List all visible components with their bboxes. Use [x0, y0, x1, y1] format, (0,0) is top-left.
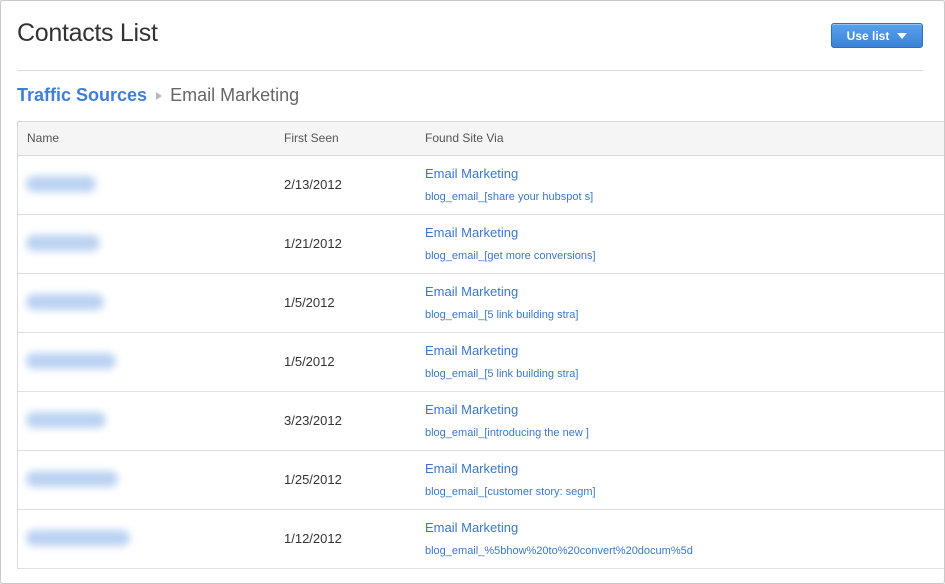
found-via-source-link[interactable]: Email Marketing — [425, 166, 518, 181]
first-seen-date: 1/25/2012 — [284, 472, 342, 487]
found-via-source-link[interactable]: Email Marketing — [425, 284, 518, 299]
column-header-first-seen[interactable]: First Seen — [284, 131, 339, 145]
found-via-source-link[interactable]: Email Marketing — [425, 520, 518, 535]
contacts-table: Name First Seen Found Site Via 2/13/2012… — [17, 121, 944, 569]
first-seen-date: 1/5/2012 — [284, 354, 335, 369]
found-via-detail-link[interactable]: blog_email_[share your hubspot s] — [425, 191, 593, 203]
found-via-source-link[interactable]: Email Marketing — [425, 343, 518, 358]
header-divider — [17, 70, 923, 71]
caret-down-icon — [897, 33, 908, 39]
breadcrumb: Traffic Sources Email Marketing — [17, 85, 299, 106]
contact-name-redacted[interactable] — [26, 235, 100, 251]
breadcrumb-current: Email Marketing — [170, 85, 300, 105]
column-header-name[interactable]: Name — [27, 131, 59, 145]
first-seen-date: 3/23/2012 — [284, 413, 342, 428]
table-row: 1/5/2012 Email Marketing blog_email_[5 l… — [18, 333, 944, 392]
found-via-source-link[interactable]: Email Marketing — [425, 402, 518, 417]
found-via-detail-link[interactable]: blog_email_[5 link building stra] — [425, 309, 578, 321]
contact-name-redacted[interactable] — [26, 176, 96, 192]
contact-name-redacted[interactable] — [26, 471, 118, 487]
first-seen-date: 1/5/2012 — [284, 295, 335, 310]
found-via-source-link[interactable]: Email Marketing — [425, 225, 518, 240]
breadcrumb-separator-icon — [156, 91, 163, 100]
breadcrumb-traffic-sources-link[interactable]: Traffic Sources — [17, 85, 147, 106]
table-row: 1/5/2012 Email Marketing blog_email_[5 l… — [18, 274, 944, 333]
found-via-detail-link[interactable]: blog_email_[5 link building stra] — [425, 368, 578, 380]
use-list-button[interactable]: Use list — [831, 23, 923, 48]
contact-name-redacted[interactable] — [26, 353, 116, 369]
found-via-detail-link[interactable]: blog_email_[introducing the new ] — [425, 427, 589, 439]
found-via-source-link[interactable]: Email Marketing — [425, 461, 518, 476]
found-via-detail-link[interactable]: blog_email_%5bhow%20to%20convert%20docum… — [425, 545, 693, 557]
column-header-found-site-via[interactable]: Found Site Via — [425, 131, 504, 145]
contact-name-redacted[interactable] — [26, 294, 104, 310]
table-row: 1/21/2012 Email Marketing blog_email_[ge… — [18, 215, 944, 274]
table-header: Name First Seen Found Site Via — [18, 122, 944, 156]
first-seen-date: 2/13/2012 — [284, 177, 342, 192]
use-list-label: Use list — [846, 28, 890, 43]
table-row: 2/13/2012 Email Marketing blog_email_[sh… — [18, 156, 944, 215]
contact-name-redacted[interactable] — [26, 412, 106, 428]
first-seen-date: 1/21/2012 — [284, 236, 342, 251]
table-row: 3/23/2012 Email Marketing blog_email_[in… — [18, 392, 944, 451]
found-via-detail-link[interactable]: blog_email_[get more conversions] — [425, 250, 596, 262]
table-row: 1/25/2012 Email Marketing blog_email_[cu… — [18, 451, 944, 510]
table-row: 1/12/2012 Email Marketing blog_email_%5b… — [18, 510, 944, 569]
page-title: Contacts List — [17, 19, 158, 47]
contact-name-redacted[interactable] — [26, 530, 130, 546]
first-seen-date: 1/12/2012 — [284, 531, 342, 546]
contacts-list-window: Contacts List Use list Traffic Sources E… — [0, 0, 945, 584]
found-via-detail-link[interactable]: blog_email_[customer story: segm] — [425, 486, 596, 498]
